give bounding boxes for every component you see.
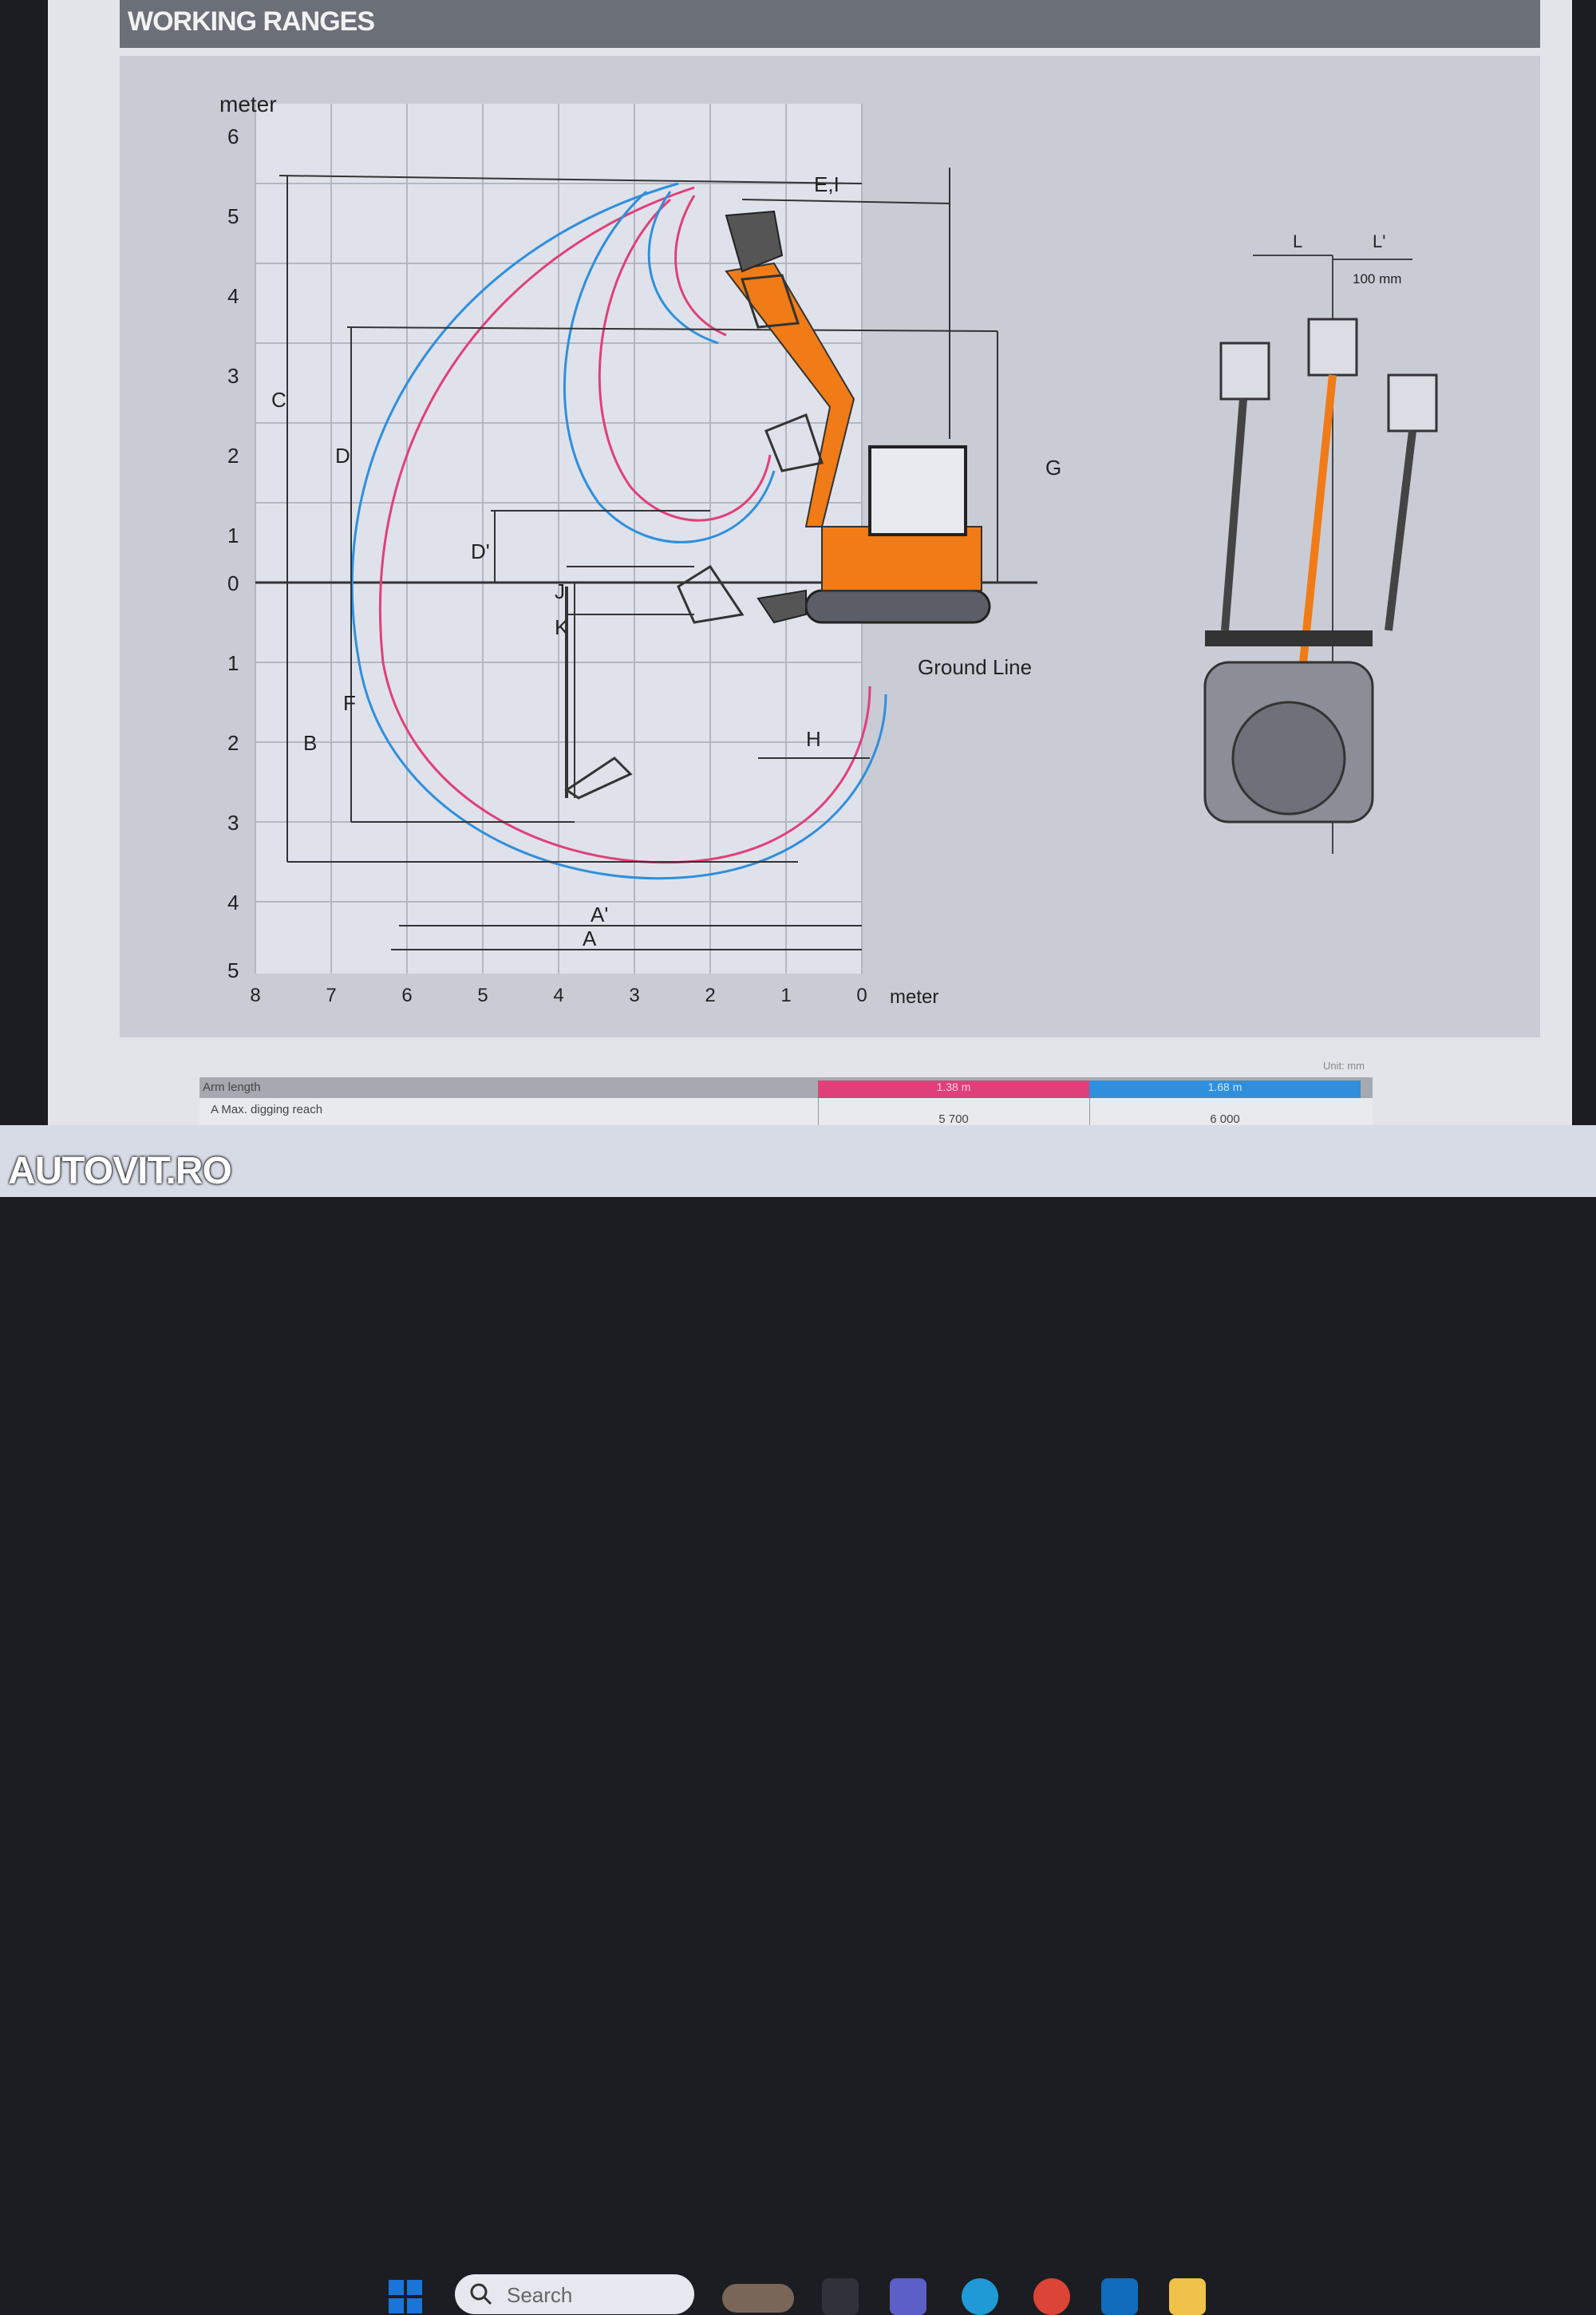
bucket-left-offset <box>1219 342 1270 401</box>
excavator-cab <box>868 445 967 536</box>
y-tick-1: 1 <box>227 523 239 547</box>
specs-header-label: Arm length <box>203 1080 261 1094</box>
x-tick-1: 1 <box>780 985 791 1006</box>
dim-label-b: B <box>303 731 317 755</box>
dim-label-a-prime: A' <box>591 903 608 926</box>
y-tick-neg2: 2 <box>227 731 239 755</box>
specs-blue-value: 6 000 <box>1210 1112 1240 1126</box>
y-tick-6: 6 <box>227 124 239 148</box>
search-icon <box>470 2283 492 2305</box>
dim-label-c: C <box>271 388 286 412</box>
excavator-front-view: L L' 100 mm <box>1203 231 1438 854</box>
teams-icon[interactable] <box>890 2278 926 2315</box>
working-ranges-panel: meter 6 5 4 3 2 1 0 1 2 3 4 5 8 7 6 5 4 … <box>120 56 1540 1037</box>
dim-label-e-i: E,I <box>814 172 839 196</box>
y-tick-neg5: 5 <box>227 958 239 982</box>
ground-line-label: Ground Line <box>918 655 1032 679</box>
y-tick-2: 2 <box>227 444 239 468</box>
x-tick-6: 6 <box>401 985 412 1006</box>
x-tick-2: 2 <box>705 985 715 1006</box>
dim-label-d-prime: D' <box>471 539 490 563</box>
taskbar: Search <box>0 1125 1596 2315</box>
excavator-track <box>804 589 991 624</box>
specs-pink-value: 5 700 <box>938 1112 969 1126</box>
x-tick-7: 7 <box>326 985 336 1006</box>
y-tick-neg1: 1 <box>227 651 239 675</box>
bucket-right-offset <box>1387 373 1438 433</box>
brand-watermark: AUTOVIT.RO <box>8 1150 232 1192</box>
bucket-center <box>1307 318 1358 377</box>
dim-label-g: G <box>1045 456 1061 480</box>
y-tick-neg4: 4 <box>227 891 239 915</box>
dim-label-d: D <box>335 444 350 468</box>
folder-icon[interactable] <box>1169 2278 1206 2315</box>
section-title-bar: WORKING RANGES <box>120 0 1540 48</box>
section-title: WORKING RANGES <box>128 6 375 37</box>
y-tick-0: 0 <box>227 571 239 595</box>
specs-pink-header: 1.38 m <box>818 1080 1089 1098</box>
offset-label: 100 mm <box>1353 271 1401 286</box>
dim-label-l: L <box>1293 231 1302 251</box>
specs-unit: Unit: mm <box>1323 1060 1365 1072</box>
x-tick-8: 8 <box>250 985 260 1006</box>
chrome-icon[interactable] <box>1033 2278 1070 2315</box>
y-tick-neg3: 3 <box>227 811 239 835</box>
x-tick-0: 0 <box>856 985 867 1006</box>
specs-row-label: A Max. digging reach <box>211 1103 323 1116</box>
y-tick-3: 3 <box>227 364 239 388</box>
y-tick-4: 4 <box>227 284 239 308</box>
dim-label-h: H <box>806 727 821 751</box>
y-unit-label: meter <box>219 92 277 117</box>
x-tick-3: 3 <box>629 985 639 1006</box>
dim-label-j: J <box>555 579 565 603</box>
file-explorer-icon[interactable] <box>822 2278 859 2315</box>
dim-label-f: F <box>343 691 356 715</box>
windows-start-icon[interactable] <box>387 2278 424 2315</box>
front-counterweight <box>1231 701 1346 816</box>
search-placeholder: Search <box>507 2283 573 2307</box>
x-unit-label: meter <box>890 986 938 1008</box>
working-ranges-diagram: meter 6 5 4 3 2 1 0 1 2 3 4 5 8 7 6 5 4 … <box>219 92 1438 1008</box>
specs-blue-header: 1.68 m <box>1089 1080 1361 1098</box>
dim-label-l-prime: L' <box>1373 231 1385 251</box>
screen: WORKING RANGES meter 6 5 4 3 2 1 0 1 2 3… <box>48 0 1572 1133</box>
dim-label-a: A <box>583 926 597 950</box>
front-crossbar <box>1205 630 1373 646</box>
x-tick-4: 4 <box>553 985 563 1006</box>
taskbar-search-box[interactable]: Search <box>455 2274 694 2314</box>
edge-icon[interactable] <box>962 2278 998 2315</box>
weather-icon[interactable] <box>722 2284 794 2313</box>
x-tick-5: 5 <box>477 985 488 1006</box>
y-tick-5: 5 <box>227 204 239 228</box>
outlook-icon[interactable] <box>1101 2278 1138 2315</box>
